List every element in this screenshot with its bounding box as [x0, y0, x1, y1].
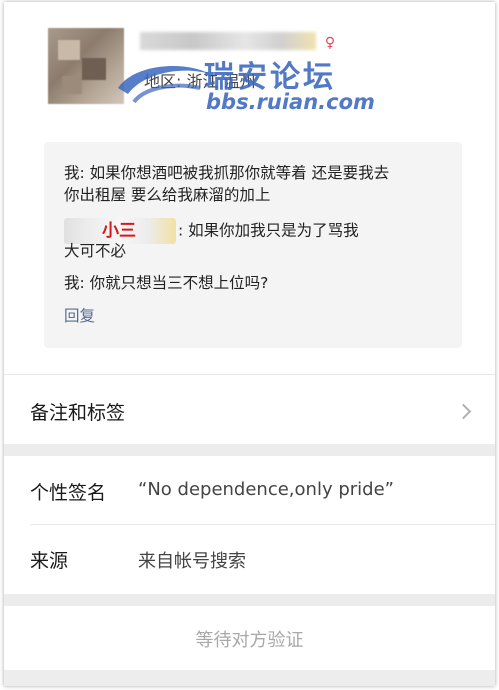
divider — [30, 524, 495, 525]
message-text: : 如果你加我只是为了骂我 — [178, 221, 359, 240]
verification-messages: 我: 如果你想酒吧被我抓那你就等着 还是要我去 你出租屋 要么给我麻溜的加上 小… — [44, 142, 462, 348]
reply-link[interactable]: 回复 — [64, 304, 95, 326]
watermark-swoosh-icon — [118, 65, 210, 104]
source-label: 来源 — [30, 550, 69, 572]
signature-value: “No dependence,only pride” — [138, 479, 394, 500]
pending-verification-button[interactable]: 等待对方验证 — [4, 626, 495, 652]
watermark-logo: 瑞安论坛 bbs.ruian.com — [114, 52, 375, 122]
avatar[interactable] — [48, 28, 124, 104]
watermark-en: bbs.ruian.com — [206, 90, 375, 114]
screenshot-frame: ♀ 地区: 浙江 温州 瑞安论坛 bbs.ruian.com 我: 如果你想酒吧… — [4, 2, 495, 686]
bottom-gap — [4, 670, 495, 686]
chevron-right-icon[interactable] — [455, 403, 472, 420]
section-gap — [4, 444, 495, 456]
message-line: 你出租屋 要么给我麻溜的加上 — [64, 186, 271, 204]
section-gap — [4, 594, 495, 606]
message-line: 我: 如果你想酒吧被我抓那你就等着 还是要我去 — [64, 164, 390, 182]
female-icon: ♀ — [324, 35, 336, 51]
nickname-blurred — [140, 32, 316, 50]
divider — [4, 374, 495, 375]
source-value: 来自帐号搜索 — [138, 551, 246, 572]
message-line: 我: 你就只想当三不想上位吗? — [64, 274, 269, 292]
message-line: 大可不必 — [64, 242, 127, 260]
signature-label: 个性签名 — [30, 482, 107, 504]
notes-and-tags-label[interactable]: 备注和标签 — [30, 398, 125, 425]
